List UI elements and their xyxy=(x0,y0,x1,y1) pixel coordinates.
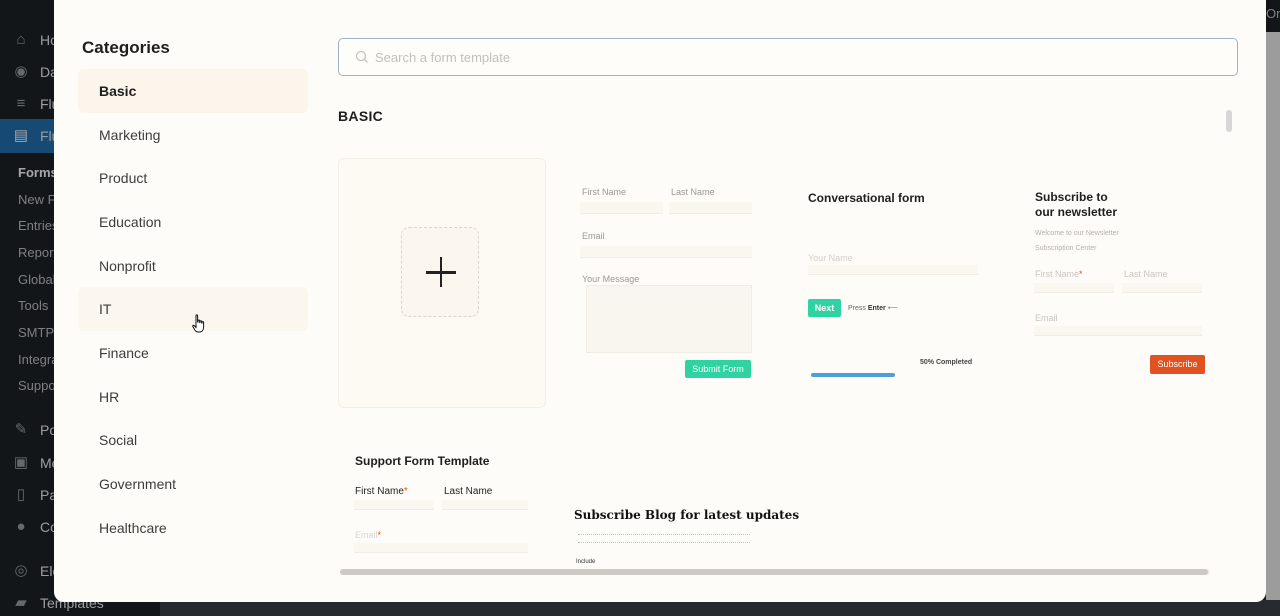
newsletter-subtitle-line2: Subscription Center xyxy=(1035,245,1097,252)
newsletter-subtitle-line1: Welcome to our Newsletter xyxy=(1035,230,1119,237)
search-icon xyxy=(355,50,368,63)
email-text: Email xyxy=(355,530,378,540)
plus-icon-vertical xyxy=(439,257,442,287)
newsletter-template-card[interactable]: Subscribe to our newsletter Welcome to o… xyxy=(1026,180,1212,400)
your-name-label: Your Name xyxy=(808,253,853,263)
blog-subscribe-template-card[interactable]: Subscribe Blog for latest updates Includ… xyxy=(566,496,799,568)
first-name-text: First Name xyxy=(1035,269,1080,279)
press-text: Press xyxy=(848,305,866,312)
vertical-scrollbar-thumb[interactable] xyxy=(1226,110,1232,132)
support-form-template-card[interactable]: Support Form Template First Name* Last N… xyxy=(344,440,544,570)
category-product[interactable]: Product xyxy=(78,156,308,200)
message-label: Your Message xyxy=(582,274,640,284)
press-enter-hint: Press Enter ⟵ xyxy=(848,304,898,312)
category-hr[interactable]: HR xyxy=(78,375,308,419)
category-finance[interactable]: Finance xyxy=(78,331,308,375)
category-basic[interactable]: Basic xyxy=(78,69,308,113)
section-title-basic: BASIC xyxy=(338,108,384,124)
next-button: Next xyxy=(808,299,841,317)
category-education[interactable]: Education xyxy=(78,200,308,244)
message-field xyxy=(586,285,752,353)
email-label: Email xyxy=(582,231,605,241)
progress-bar-track xyxy=(811,373,979,377)
category-nonprofit[interactable]: Nonprofit xyxy=(78,244,308,288)
newsletter-subtitle: Welcome to our Newsletter Subscription C… xyxy=(1035,226,1119,256)
progress-label: 50% Completed xyxy=(920,359,973,366)
support-email-label: Email* xyxy=(355,530,381,540)
contact-form-template-card[interactable]: First Name Last Name Email Your Message … xyxy=(570,172,760,392)
category-social[interactable]: Social xyxy=(78,419,308,463)
your-name-field xyxy=(808,265,978,275)
category-healthcare[interactable]: Healthcare xyxy=(78,506,308,550)
email-field xyxy=(580,246,752,258)
create-blank-form-button[interactable] xyxy=(401,227,479,317)
support-last-name-field xyxy=(442,500,528,510)
required-asterisk: * xyxy=(1079,269,1083,279)
support-last-name-label: Last Name xyxy=(444,486,493,497)
newsletter-title-line2: our newsletter xyxy=(1035,205,1118,219)
required-asterisk: * xyxy=(377,530,382,540)
last-name-label: Last Name xyxy=(671,187,715,197)
blank-form-card[interactable] xyxy=(338,158,546,408)
newsletter-last-name-label: Last Name xyxy=(1124,269,1168,279)
support-first-name-label: First Name* xyxy=(355,486,408,497)
newsletter-title-line1: Subscribe to xyxy=(1035,190,1108,204)
return-arrow-icon: ⟵ xyxy=(887,305,898,312)
enter-key-text: Enter xyxy=(867,305,886,312)
hand-pointer-cursor-icon xyxy=(192,314,205,333)
support-form-title: Support Form Template xyxy=(355,454,490,468)
categories-title: Categories xyxy=(82,38,170,57)
first-name-label: First Name xyxy=(582,187,627,197)
newsletter-email-field xyxy=(1034,326,1202,336)
category-marketing[interactable]: Marketing xyxy=(78,113,308,157)
conversational-form-title: Conversational form xyxy=(808,191,925,205)
template-search-field[interactable] xyxy=(338,38,1238,76)
template-picker-modal: Categories Basic Marketing Product Educa… xyxy=(54,0,1266,602)
subscribe-button: Subscribe xyxy=(1150,355,1205,374)
category-list: Basic Marketing Product Education Nonpro… xyxy=(78,69,308,550)
newsletter-last-name-field xyxy=(1122,283,1202,293)
newsletter-first-name-label: First Name* xyxy=(1035,269,1083,279)
blog-description-line xyxy=(578,534,750,536)
conversational-form-template-card[interactable]: Conversational form Your Name Next Press… xyxy=(800,172,1008,392)
newsletter-email-label: Email xyxy=(1035,313,1058,323)
support-email-field xyxy=(354,543,528,553)
blog-field-label: Include xyxy=(576,559,596,565)
search-input[interactable] xyxy=(375,49,1195,65)
blog-description-line xyxy=(578,542,750,544)
required-asterisk: * xyxy=(403,486,408,497)
last-name-field xyxy=(669,202,752,214)
first-name-field xyxy=(580,202,663,214)
blog-subscribe-title: Subscribe Blog for latest updates xyxy=(574,508,800,522)
newsletter-title: Subscribe to our newsletter xyxy=(1035,190,1117,220)
support-first-name-field xyxy=(354,500,434,510)
horizontal-scrollbar-thumb[interactable] xyxy=(340,569,1208,575)
newsletter-first-name-field xyxy=(1034,283,1114,293)
first-name-text: First Name xyxy=(355,486,404,497)
progress-bar-fill xyxy=(811,373,895,377)
category-government[interactable]: Government xyxy=(78,462,308,506)
submit-form-button: Submit Form xyxy=(685,360,751,378)
